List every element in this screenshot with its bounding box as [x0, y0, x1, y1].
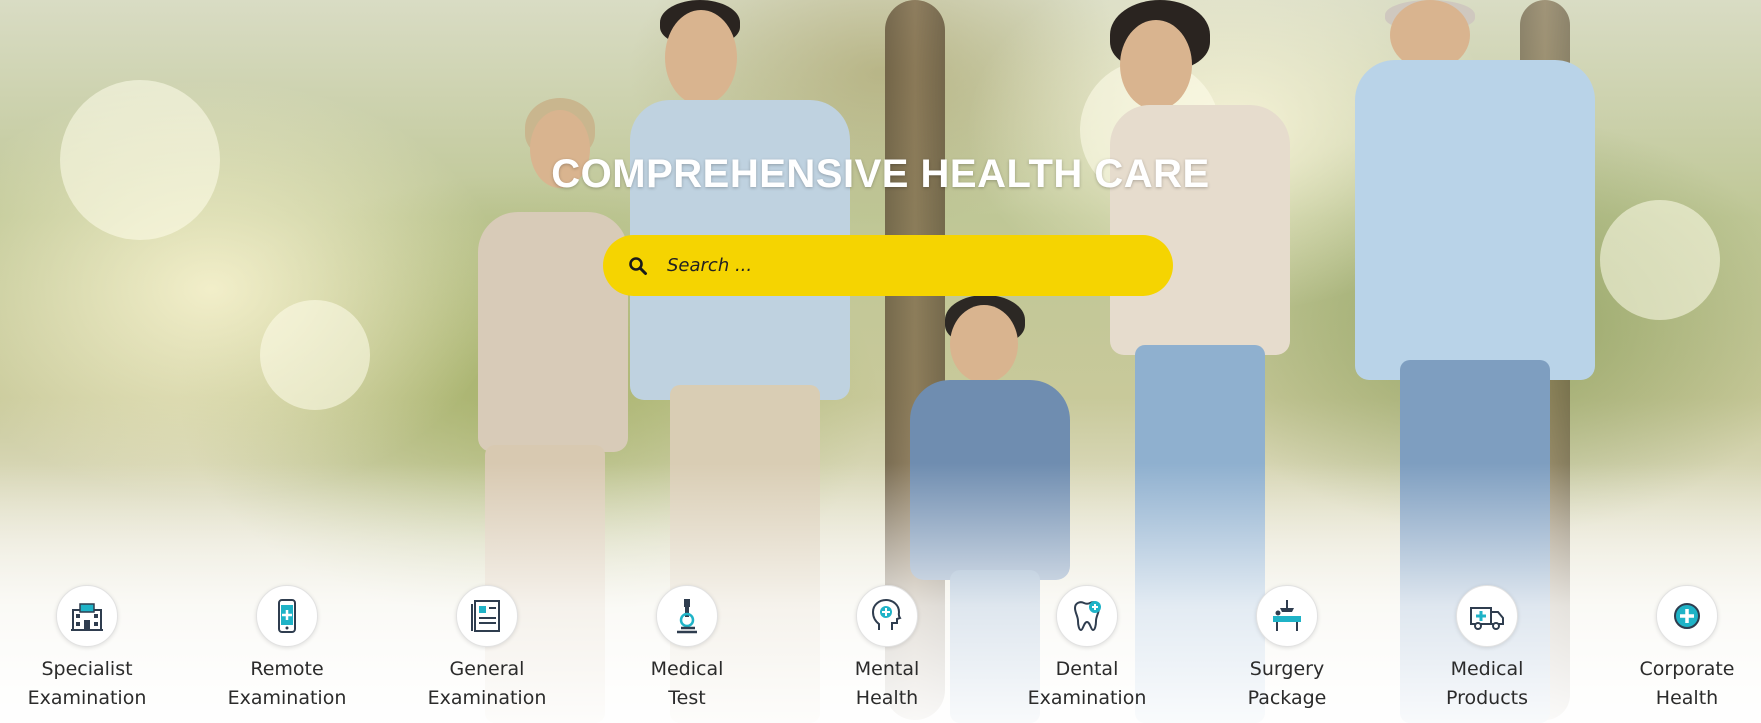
service-dental-examination[interactable]: Dental Examination: [987, 585, 1187, 713]
surgery-bed-icon: [1273, 600, 1301, 631]
service-label: Test: [668, 687, 706, 709]
service-label: Dental: [1055, 658, 1119, 680]
service-label: Health: [855, 687, 919, 709]
medical-record-icon: [471, 600, 500, 632]
bokeh-light: [1600, 200, 1720, 320]
search-input[interactable]: [665, 254, 1129, 277]
service-label: Specialist: [41, 658, 133, 680]
service-label: Examination: [427, 687, 547, 709]
service-label: Products: [1445, 687, 1529, 709]
service-corporate-health[interactable]: Corporate Health: [1587, 585, 1761, 713]
bokeh-light: [260, 300, 370, 410]
hero-banner: COMPREHENSIVE HEALTH CARE Search ... Spe…: [0, 0, 1761, 723]
service-label: General: [449, 658, 525, 680]
service-label: Medical: [1450, 658, 1524, 680]
search-bar[interactable]: [603, 235, 1173, 296]
service-general-examination[interactable]: General Examination: [387, 585, 587, 713]
service-label: Examination: [1027, 687, 1147, 709]
service-categories: Specialist Examination Remote Examinatio…: [0, 585, 1761, 715]
tooth-icon: [1073, 601, 1101, 632]
service-label: Remote: [250, 658, 324, 680]
medical-cross-icon: [1674, 603, 1700, 629]
service-label: Medical: [650, 658, 724, 680]
service-label: Corporate: [1639, 658, 1735, 680]
ambulance-icon: [1470, 607, 1504, 630]
search-icon[interactable]: [627, 255, 649, 277]
service-label: Examination: [227, 687, 347, 709]
service-remote-examination[interactable]: Remote Examination: [187, 585, 387, 713]
service-label: Health: [1655, 687, 1719, 709]
service-medical-products[interactable]: Medical Products: [1387, 585, 1587, 713]
service-specialist-examination[interactable]: Specialist Examination: [0, 585, 187, 713]
page-title: COMPREHENSIVE HEALTH CARE: [551, 152, 1210, 196]
service-surgery-package[interactable]: Surgery Package: [1187, 585, 1387, 713]
service-label: Mental: [854, 658, 920, 680]
service-label: Surgery: [1249, 658, 1325, 680]
service-label: Package: [1247, 687, 1327, 709]
service-medical-test[interactable]: Medical Test: [587, 585, 787, 713]
service-label: Examination: [27, 687, 147, 709]
service-mental-health[interactable]: Mental Health: [787, 585, 987, 713]
hospital-building-icon: [71, 603, 103, 631]
head-brain-icon: [871, 598, 902, 630]
smartphone-medical-icon: [278, 599, 296, 633]
microscope-icon: [677, 599, 697, 634]
